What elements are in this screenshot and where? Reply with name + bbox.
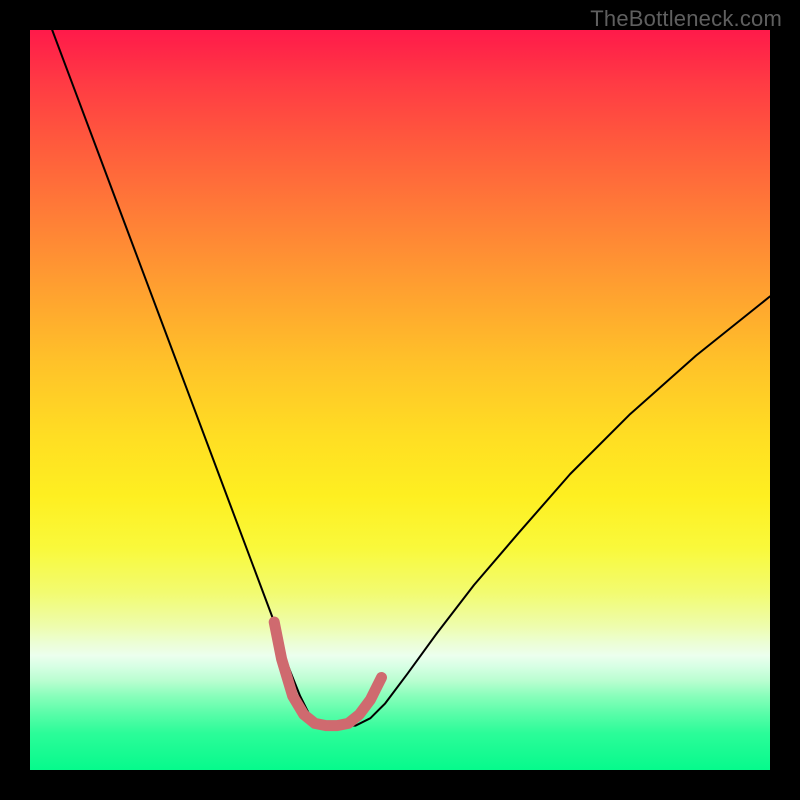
watermark-text: TheBottleneck.com bbox=[590, 6, 782, 32]
optimal-band bbox=[274, 622, 381, 726]
chart-svg bbox=[30, 30, 770, 770]
plot-area bbox=[30, 30, 770, 770]
bottleneck-curve bbox=[52, 30, 770, 726]
